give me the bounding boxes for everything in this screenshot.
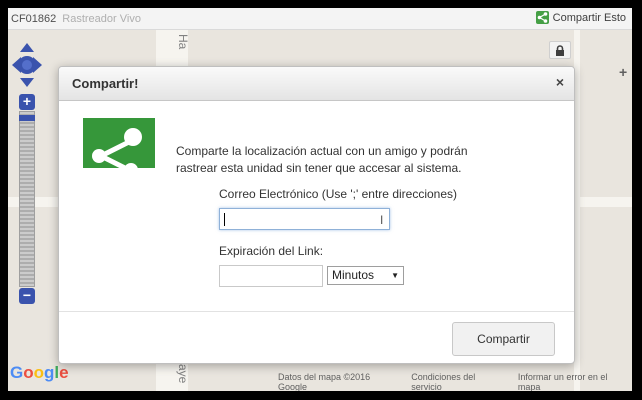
expiration-unit-select[interactable]: Minutos ▼ <box>327 266 404 285</box>
dialog-description-line: rastrear esta unidad sin tener que acces… <box>176 161 462 175</box>
share-icon <box>83 118 155 177</box>
close-icon[interactable]: × <box>556 74 564 90</box>
dialog-description: Comparte la localización actual con un a… <box>176 143 556 177</box>
dialog-description-line: Comparte la localización actual con un a… <box>176 144 468 158</box>
text-caret <box>224 213 225 226</box>
dialog-divider <box>59 311 574 312</box>
chevron-down-icon: ▼ <box>391 271 399 280</box>
expiration-field[interactable] <box>219 265 323 287</box>
share-button[interactable]: Compartir <box>452 322 555 356</box>
share-dialog: Compartir! × Comparte la localización ac… <box>58 66 575 364</box>
email-field[interactable]: I <box>219 208 390 230</box>
dialog-header: Compartir! × <box>59 67 574 101</box>
email-label: Correo Electrónico (Use ';' entre direcc… <box>219 187 458 201</box>
map-screen: Ha aye + CF01862 Rastreador Vivo Compart… <box>8 8 632 391</box>
text-cursor-icon: I <box>380 213 384 227</box>
expiration-label: Expiración del Link: <box>219 244 324 258</box>
expiration-unit-value: Minutos <box>332 268 375 282</box>
dialog-title: Compartir! <box>72 76 139 91</box>
window-frame: Ha aye + CF01862 Rastreador Vivo Compart… <box>3 3 637 396</box>
